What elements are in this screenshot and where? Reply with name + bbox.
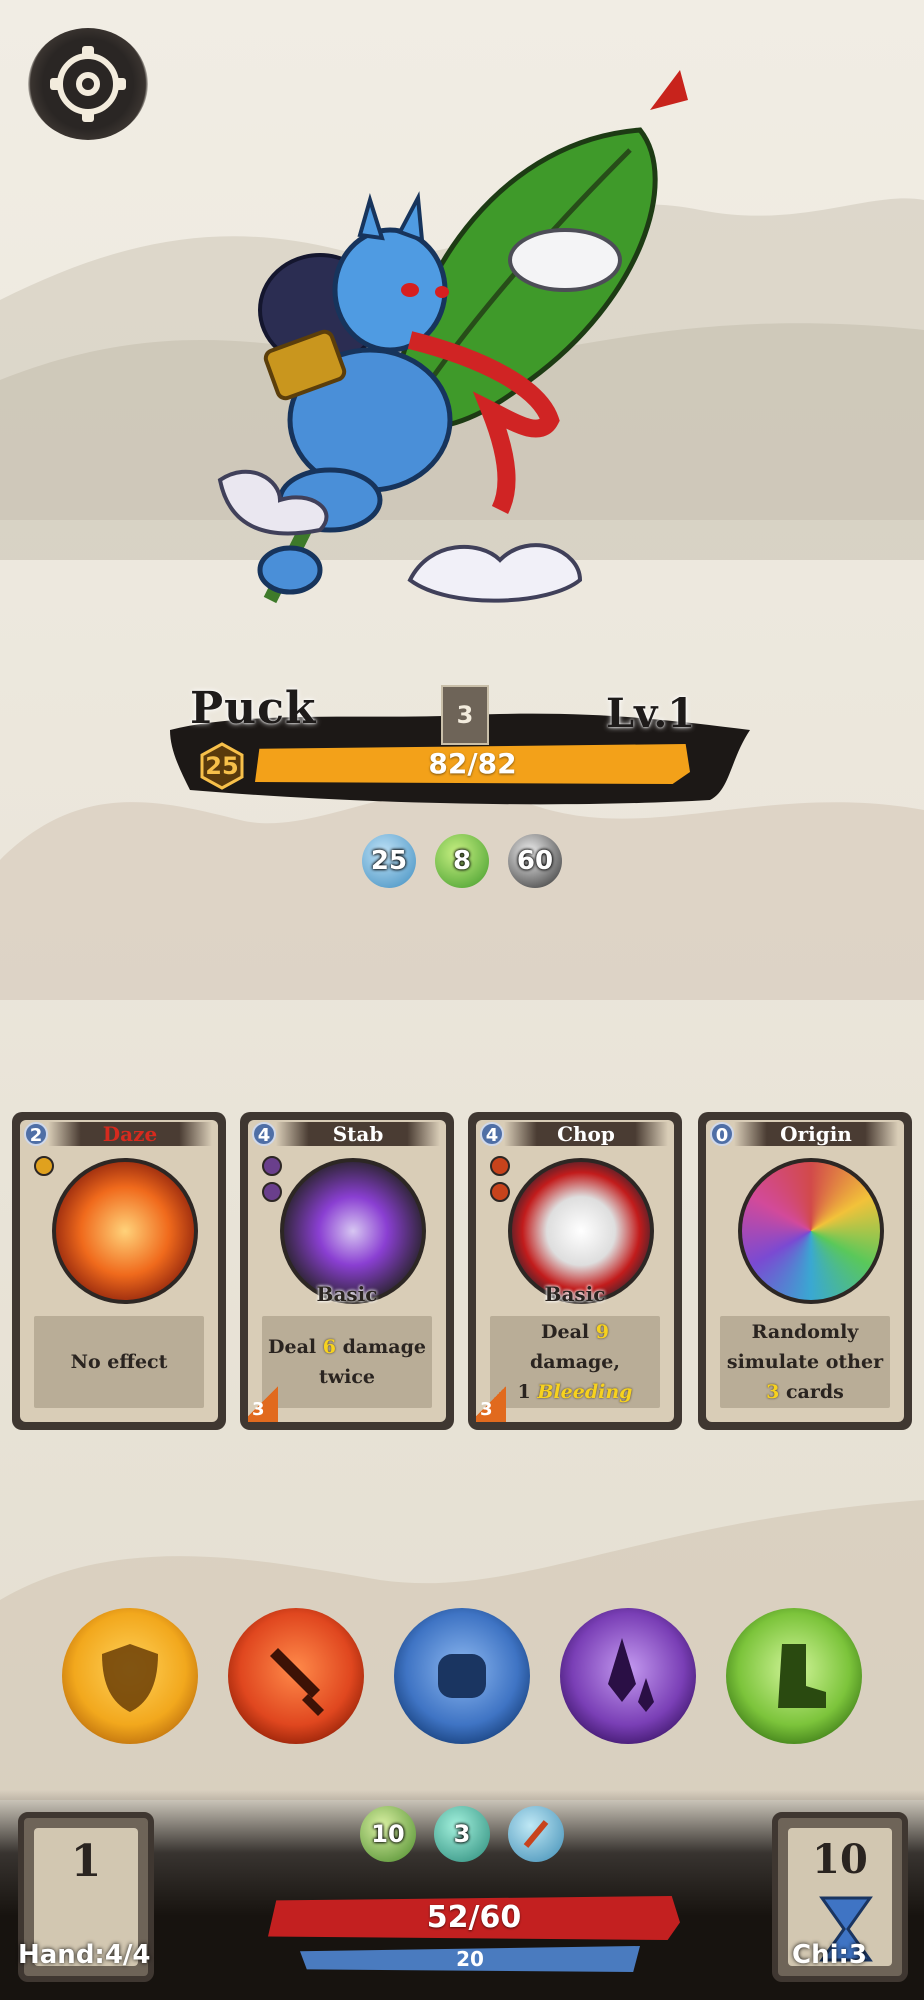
enemy-character-puck[interactable]	[210, 60, 730, 680]
enemy-shield-badge: 25	[200, 742, 244, 790]
card-cost: 4	[252, 1122, 276, 1146]
card-corner-value: 3	[480, 1399, 493, 1420]
blade-icon	[608, 1638, 654, 1712]
blood-rune-icon	[490, 1156, 510, 1176]
desc-pre: Randomly simulate other	[726, 1321, 884, 1373]
desc-line2-number: 1	[517, 1381, 531, 1403]
attack-action-button[interactable]	[228, 1608, 364, 1744]
resource-scroll-value: 10	[371, 1820, 405, 1848]
card-type: Basic	[316, 1282, 378, 1306]
enemy-stat-gourd: 8	[452, 846, 472, 876]
defend-action-button[interactable]	[62, 1608, 198, 1744]
card-cost: 4	[480, 1122, 504, 1146]
enemy-hp-bar: 82/82	[255, 744, 690, 784]
card-stab[interactable]: 4 Stab Basic Deal 6 damage twice 3	[240, 1112, 454, 1430]
desc-post: damage,	[530, 1351, 620, 1373]
desc-number: 9	[595, 1321, 609, 1343]
player-hp-bar: 52/60	[268, 1896, 680, 1940]
desc-post: damage twice	[318, 1336, 426, 1388]
token-icon: 3	[434, 1806, 490, 1862]
card-cost: 2	[24, 1122, 48, 1146]
blade-rune-icon	[262, 1182, 282, 1202]
card-type: Basic	[544, 1282, 606, 1306]
desc-pre: Deal	[268, 1336, 323, 1358]
desc-pre: Deal	[541, 1321, 596, 1343]
desc-post: cards	[779, 1381, 844, 1403]
card-description: Deal 6 damage twice	[262, 1316, 432, 1408]
blade-rune-icon	[262, 1156, 282, 1176]
card-corner-tag: 3	[476, 1380, 506, 1422]
water-drop-icon: 25	[362, 834, 416, 888]
card-description: Randomly simulate other 3 cards	[720, 1316, 890, 1408]
boot-icon	[778, 1644, 826, 1708]
card-origin[interactable]: 0 Origin Randomly simulate other 3 cards	[698, 1112, 912, 1430]
enemy-intent-counter: 3	[441, 685, 489, 745]
card-desc-text: No effect	[70, 1351, 168, 1373]
desc-number: 6	[322, 1336, 336, 1358]
staff-glyph	[523, 1820, 549, 1848]
hand-size-label: Hand:4/4	[18, 1940, 151, 1970]
card-description: Deal 9 damage, 1 Bleeding	[490, 1316, 660, 1408]
gear-icon	[50, 46, 126, 122]
fist-icon	[438, 1654, 486, 1698]
settings-button[interactable]	[28, 28, 148, 140]
desc-keyword: Bleeding	[537, 1381, 633, 1403]
swirl-art-icon	[52, 1158, 198, 1304]
strike-action-button[interactable]	[394, 1608, 530, 1744]
enemy-shield-value: 25	[205, 752, 239, 780]
chi-label: Chi:3	[792, 1940, 867, 1970]
element-rune-icon	[34, 1156, 54, 1176]
enemy-name: Puck	[190, 683, 317, 734]
enemy-stat-water: 25	[370, 846, 408, 876]
yin-yang-icon: 60	[508, 834, 562, 888]
origin-art-icon	[738, 1158, 884, 1304]
card-title: Stab	[276, 1122, 440, 1146]
move-action-button[interactable]	[726, 1608, 862, 1744]
chi-pool-count: 10	[812, 1836, 868, 1883]
card-title: Daze	[48, 1122, 212, 1146]
enemy-stat-yinyang: 60	[516, 846, 554, 876]
card-corner-value: 3	[252, 1399, 265, 1420]
card-cost: 0	[710, 1122, 734, 1146]
card-chop[interactable]: 4 Chop Basic Deal 9 damage, 1 Bleeding 3	[468, 1112, 682, 1430]
card-title: Origin	[734, 1122, 898, 1146]
shield-icon	[102, 1644, 158, 1712]
card-daze[interactable]: 2 Daze No effect	[12, 1112, 226, 1430]
card-description: No effect	[34, 1316, 204, 1408]
enemy-level: Lv.1	[606, 690, 696, 737]
resource-token-value: 3	[453, 1820, 471, 1848]
gourd-icon: 8	[435, 834, 489, 888]
card-title: Chop	[504, 1122, 668, 1146]
staff-icon	[508, 1806, 564, 1862]
sword-icon	[270, 1648, 324, 1716]
scroll-icon: 10	[360, 1806, 416, 1862]
pierce-action-button[interactable]	[560, 1608, 696, 1744]
draw-pile-count: 1	[70, 1836, 102, 1887]
blood-rune-icon	[490, 1182, 510, 1202]
card-corner-tag: 3	[248, 1380, 278, 1422]
desc-number: 3	[766, 1381, 780, 1403]
